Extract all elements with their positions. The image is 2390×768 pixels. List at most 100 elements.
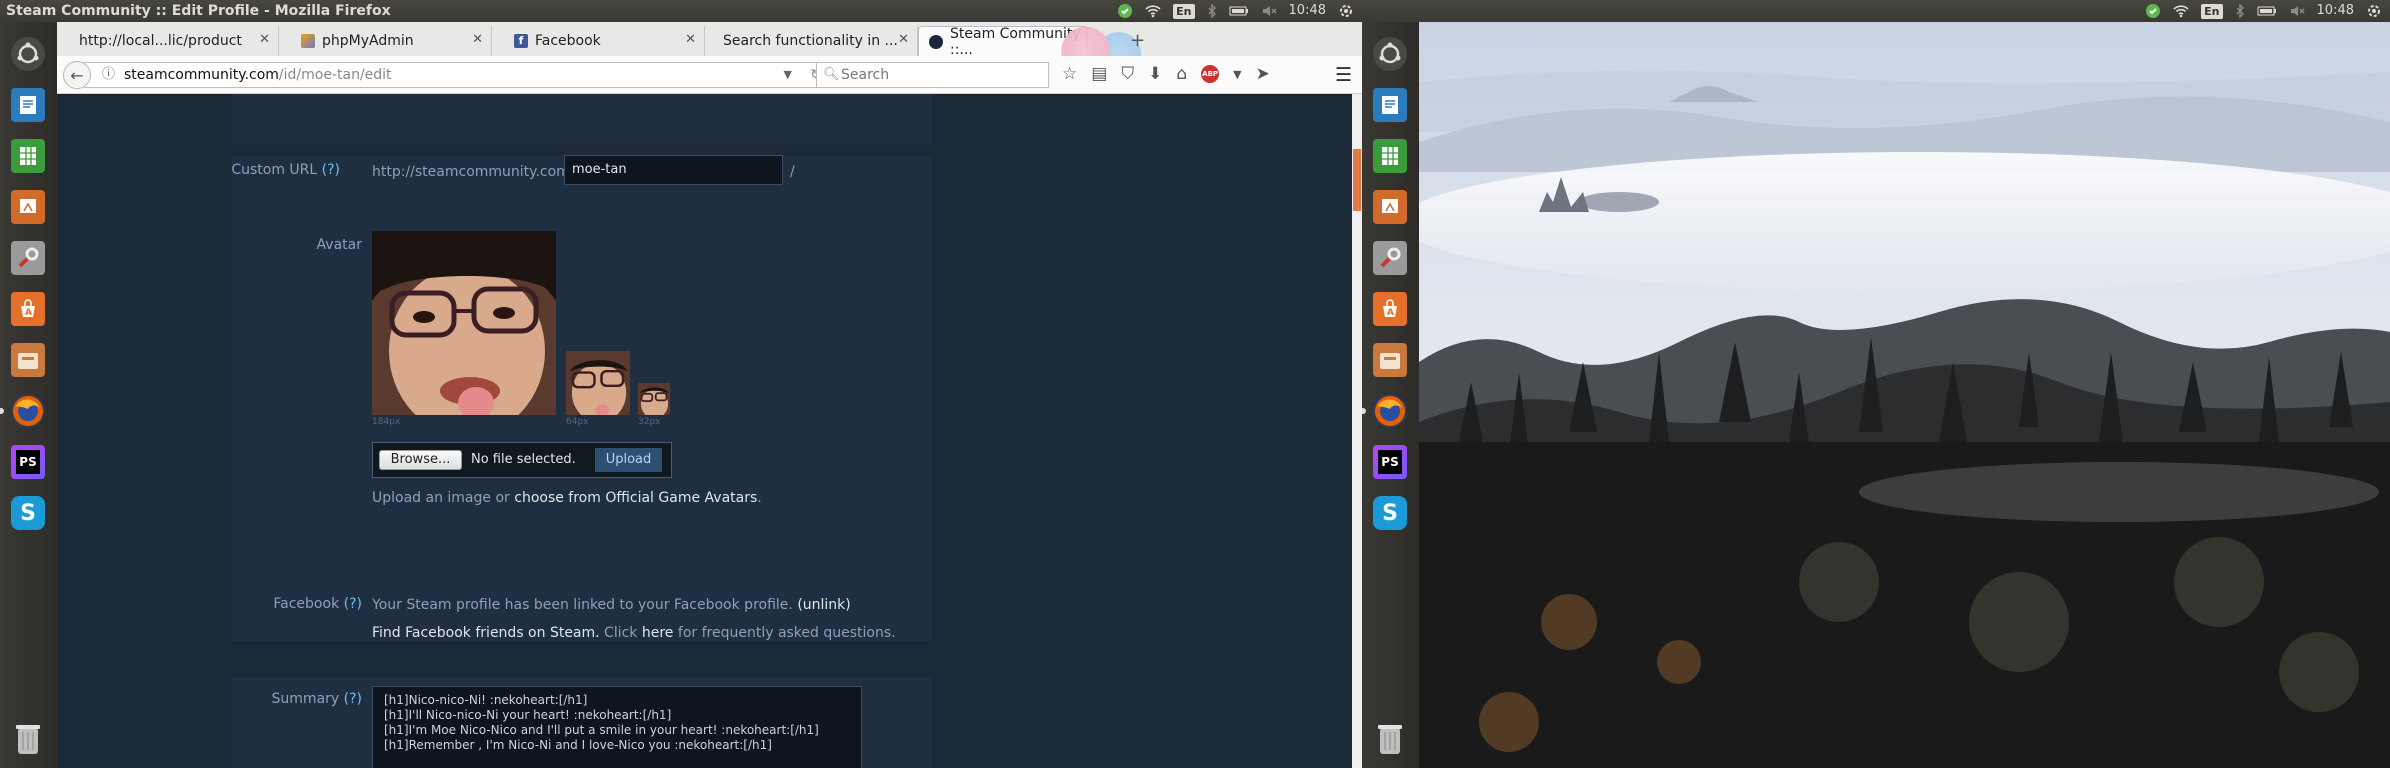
- skype-icon[interactable]: S: [1368, 491, 1412, 535]
- ubuntu-dash-icon[interactable]: [1368, 32, 1412, 76]
- tab-phpmyadmin[interactable]: phpMyAdmin ✕: [279, 26, 492, 56]
- wifi-icon[interactable]: [1145, 4, 1161, 18]
- system-settings-icon[interactable]: [6, 236, 50, 280]
- summary-line: [h1]Remember , I'm Nico-Ni and I love-Ni…: [384, 738, 772, 752]
- firefox-icon[interactable]: [1368, 389, 1412, 433]
- facebook-label: Facebook (?): [182, 596, 362, 612]
- home-icon[interactable]: ⌂: [1176, 64, 1187, 84]
- back-button[interactable]: ←: [63, 61, 91, 89]
- facebook-help-link[interactable]: (?): [344, 596, 362, 612]
- close-tab-icon[interactable]: ✕: [472, 32, 483, 47]
- clock[interactable]: 10:48: [1289, 0, 1326, 22]
- tab-facebook[interactable]: f Facebook ✕: [492, 26, 705, 56]
- phpstorm-icon[interactable]: PS: [6, 440, 50, 484]
- svg-text:A: A: [1387, 308, 1394, 318]
- file-manager-icon[interactable]: [1368, 338, 1412, 382]
- wifi-icon[interactable]: [2173, 4, 2189, 18]
- steam-edit-profile-page: Custom URL (?) http://steamcommunity.com…: [57, 94, 1362, 768]
- facebook-linked-message: Your Steam profile has been linked to yo…: [372, 597, 798, 613]
- system-settings-icon[interactable]: [1368, 236, 1412, 280]
- avatar-32-image: [638, 383, 670, 415]
- tab-search-functionality[interactable]: Search functionality in ... ✕: [705, 26, 918, 56]
- close-tab-icon[interactable]: ✕: [259, 32, 270, 47]
- custom-url-help-link[interactable]: (?): [322, 162, 340, 178]
- top-panel: En 10:48: [1362, 0, 2390, 22]
- keyboard-layout-indicator[interactable]: En: [1173, 3, 1195, 19]
- custom-url-label-text: Custom URL: [231, 162, 318, 178]
- url-history-dropdown-icon[interactable]: ▼: [784, 63, 792, 87]
- unity-launcher: A PS S: [1362, 22, 1419, 768]
- find-facebook-friends-link[interactable]: Find Facebook friends on Steam.: [372, 625, 600, 641]
- file-manager-icon[interactable]: [6, 338, 50, 382]
- right-monitor: En 10:48 A PS S: [1362, 0, 2390, 768]
- facebook-faq-text: for frequently asked questions.: [673, 625, 896, 641]
- official-game-avatars-link[interactable]: choose from Official Game Avatars: [514, 490, 757, 506]
- download-icon[interactable]: ⬇: [1148, 64, 1162, 84]
- bluetooth-icon[interactable]: [1207, 4, 1217, 18]
- new-tab-icon[interactable]: +: [1130, 30, 1145, 51]
- sound-muted-icon[interactable]: [2289, 4, 2305, 18]
- tab-label: Search functionality in ...: [723, 33, 898, 49]
- libreoffice-impress-icon[interactable]: [6, 185, 50, 229]
- skype-icon[interactable]: S: [6, 491, 50, 535]
- battery-icon[interactable]: [1229, 5, 1249, 17]
- unity-launcher: A PS S: [0, 22, 57, 768]
- phpmyadmin-icon: [301, 34, 315, 48]
- bookmark-star-icon[interactable]: ☆: [1062, 64, 1077, 84]
- trash-icon[interactable]: [6, 716, 50, 760]
- scrollbar-thumb[interactable]: [1353, 149, 1361, 211]
- close-tab-icon[interactable]: ✕: [898, 32, 909, 47]
- adblock-dropdown-icon[interactable]: ▼: [1233, 68, 1241, 81]
- summary-label-text: Summary: [271, 691, 340, 707]
- page-scrollbar[interactable]: [1352, 94, 1362, 768]
- search-input[interactable]: 🔍︎ Search: [816, 62, 1049, 88]
- window-title: Steam Community :: Edit Profile - Mozill…: [6, 3, 391, 19]
- ubuntu-software-center-icon[interactable]: A: [1368, 287, 1412, 331]
- adblock-plus-icon[interactable]: ABP: [1201, 65, 1220, 83]
- arrow-left-icon: ←: [70, 65, 84, 85]
- browse-button[interactable]: Browse...: [379, 450, 462, 470]
- libreoffice-writer-icon[interactable]: [1368, 83, 1412, 127]
- custom-url-input[interactable]: moe-tan: [564, 155, 783, 185]
- summary-textarea[interactable]: [h1]Nico-nico-Ni! :nekoheart:[/h1] [h1]I…: [372, 686, 862, 768]
- summary-help-link[interactable]: (?): [344, 691, 362, 707]
- session-gear-icon[interactable]: [2366, 3, 2382, 19]
- firefox-icon[interactable]: [6, 389, 50, 433]
- facebook-icon: f: [514, 34, 528, 48]
- hamburger-menu-icon[interactable]: ☰: [1335, 64, 1352, 86]
- ubuntu-software-center-icon[interactable]: A: [6, 287, 50, 331]
- facebook-unlink-link[interactable]: (unlink): [797, 597, 850, 613]
- facebook-label-text: Facebook: [273, 596, 340, 612]
- battery-icon[interactable]: [2257, 5, 2277, 17]
- update-indicator-icon[interactable]: [1117, 3, 1133, 19]
- close-tab-icon[interactable]: ✕: [685, 32, 696, 47]
- pocket-icon[interactable]: ⛉: [1121, 64, 1134, 84]
- libreoffice-calc-icon[interactable]: [6, 134, 50, 178]
- session-gear-icon[interactable]: [1338, 3, 1354, 19]
- avatar-64-image: [566, 351, 630, 415]
- clock[interactable]: 10:48: [2317, 0, 2354, 22]
- libreoffice-writer-icon[interactable]: [6, 83, 50, 127]
- left-monitor: Steam Community :: Edit Profile - Mozill…: [0, 0, 1362, 768]
- extension-icon[interactable]: ➤: [1256, 64, 1270, 84]
- sound-muted-icon[interactable]: [1261, 4, 1277, 18]
- keyboard-layout-indicator[interactable]: En: [2201, 3, 2223, 19]
- facebook-faq-here-link[interactable]: here: [642, 625, 674, 641]
- bluetooth-icon[interactable]: [2235, 4, 2245, 18]
- libreoffice-calc-icon[interactable]: [1368, 134, 1412, 178]
- reading-list-icon[interactable]: ▤: [1091, 64, 1107, 84]
- url-bar[interactable]: ⓘ steamcommunity.com/id/moe-tan/edit ▼ ↻: [83, 62, 833, 88]
- ubuntu-dash-icon[interactable]: [6, 32, 50, 76]
- trash-icon[interactable]: [1368, 716, 1412, 760]
- skype-logo: S: [20, 500, 36, 526]
- upload-hint-pre: Upload an image or: [372, 490, 515, 506]
- phpstorm-icon[interactable]: PS: [1368, 440, 1412, 484]
- upload-hint: Upload an image or choose from Official …: [372, 490, 762, 506]
- url-host: steamcommunity.com: [124, 67, 279, 83]
- update-indicator-icon[interactable]: [2145, 3, 2161, 19]
- upload-button[interactable]: Upload: [595, 448, 662, 472]
- skype-logo: S: [1382, 500, 1398, 526]
- libreoffice-impress-icon[interactable]: [1368, 185, 1412, 229]
- tab-localhost[interactable]: http://local...lic/product ✕: [57, 26, 279, 56]
- site-info-icon[interactable]: ⓘ: [102, 63, 115, 87]
